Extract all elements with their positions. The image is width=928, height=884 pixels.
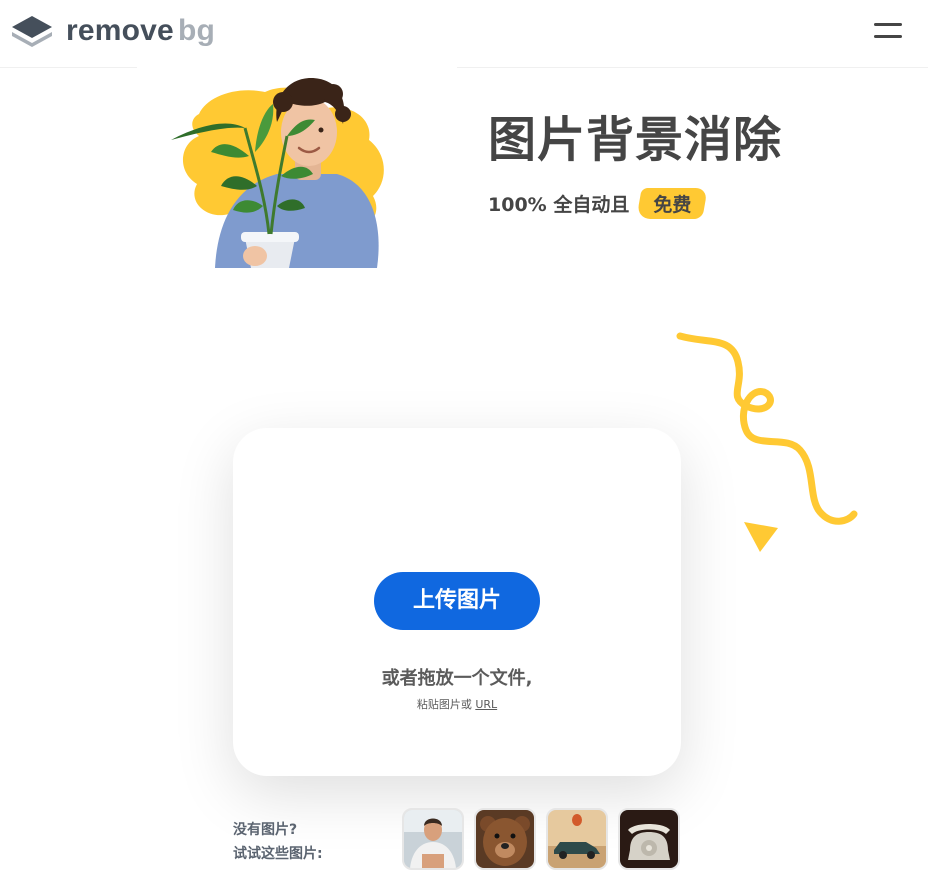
- free-badge: 免费: [639, 188, 705, 219]
- sample-prompt-line2: 试试这些图片:: [233, 846, 323, 862]
- paste-hint-text: 粘贴图片或: [416, 698, 476, 711]
- logo-wordmark: remove bg: [66, 14, 215, 48]
- sample-bear-thumbnail[interactable]: [474, 808, 536, 870]
- upload-dropzone[interactable]: 上传图片 或者拖放一个文件, 粘贴图片或 URL: [233, 428, 681, 776]
- hero-subtitle-text: 100% 全自动且: [488, 193, 630, 216]
- menu-line: [874, 35, 902, 38]
- sample-car-thumbnail[interactable]: [546, 808, 608, 870]
- sample-person-thumbnail[interactable]: [402, 808, 464, 870]
- sample-telephone-thumbnail[interactable]: [618, 808, 680, 870]
- logo-word-accent: bg: [177, 14, 215, 47]
- url-link[interactable]: URL: [475, 698, 497, 711]
- squiggle-decoration-icon: [676, 332, 858, 552]
- page-title: 图片背景消除: [488, 112, 783, 168]
- removebg-logo[interactable]: remove bg: [10, 14, 215, 48]
- hero-illustration: [137, 56, 457, 268]
- drop-file-text: 或者拖放一个文件,: [381, 668, 533, 689]
- logo-word-main: remove: [66, 14, 174, 47]
- upload-image-button[interactable]: 上传图片: [374, 572, 540, 630]
- hero-subtitle: 100% 全自动且 免费: [488, 187, 705, 219]
- sample-prompt-line1: 没有图片?: [233, 822, 298, 838]
- sample-images: [402, 808, 680, 870]
- paste-hint: 粘贴图片或 URL: [233, 696, 681, 712]
- hamburger-menu-icon[interactable]: [870, 18, 906, 48]
- menu-line: [874, 23, 902, 26]
- layers-logo-icon: [12, 16, 52, 47]
- sample-prompt: 没有图片? 试试这些图片:: [233, 818, 323, 866]
